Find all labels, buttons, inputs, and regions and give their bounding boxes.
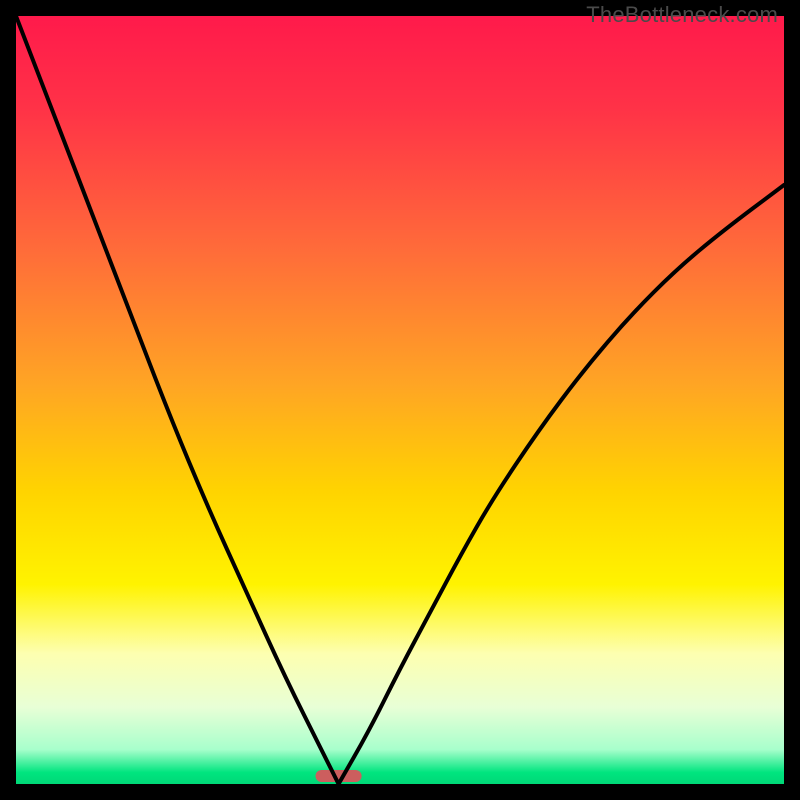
bottleneck-chart bbox=[16, 16, 784, 784]
watermark-text: TheBottleneck.com bbox=[586, 2, 778, 28]
chart-frame bbox=[16, 16, 784, 784]
